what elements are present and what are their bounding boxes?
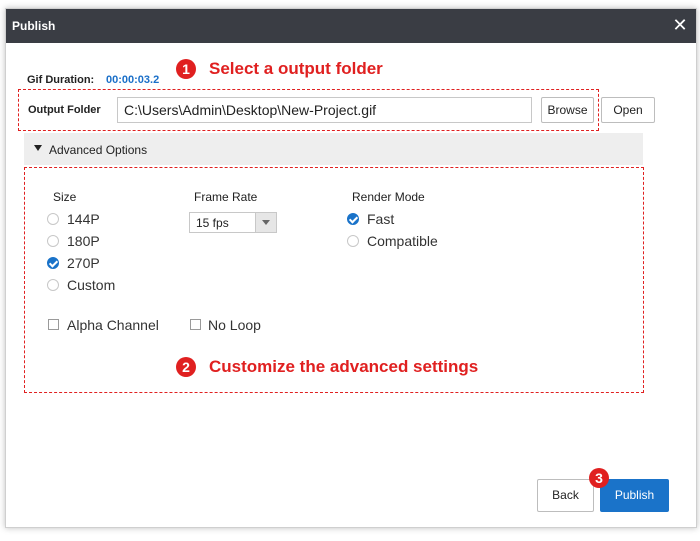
- output-path-input[interactable]: [117, 97, 532, 123]
- output-folder-label: Output Folder: [28, 104, 101, 116]
- render-mode-label: Render Mode: [352, 190, 425, 204]
- step-3-badge: 3: [589, 468, 609, 488]
- size-option-180p: 180P: [67, 233, 100, 249]
- title-bar: Publish ✕: [6, 9, 696, 43]
- step-2-badge: 2: [176, 357, 196, 377]
- size-radio-180p[interactable]: [47, 235, 59, 247]
- step-1-badge: 1: [176, 59, 196, 79]
- render-radio-compatible[interactable]: [347, 235, 359, 247]
- render-option-fast: Fast: [367, 211, 395, 227]
- gif-duration-label: Gif Duration:: [27, 74, 95, 86]
- window-title: Publish: [12, 19, 56, 33]
- size-option-144p: 144P: [67, 211, 100, 227]
- advanced-options-toggle[interactable]: Advanced Options: [24, 133, 643, 165]
- render-option-compatible: Compatible: [367, 233, 438, 249]
- close-icon[interactable]: ✕: [668, 13, 692, 37]
- frame-rate-select[interactable]: 15 fps: [189, 212, 277, 233]
- no-loop-label: No Loop: [208, 317, 261, 333]
- size-radio-custom[interactable]: [47, 279, 59, 291]
- frame-rate-label: Frame Rate: [194, 190, 258, 204]
- size-label: Size: [53, 190, 77, 204]
- collapse-triangle-icon: [34, 145, 42, 151]
- advanced-options-label: Advanced Options: [49, 143, 148, 157]
- size-radio-144p[interactable]: [47, 213, 59, 225]
- chevron-down-icon: [255, 213, 276, 232]
- step-2-annotation: Customize the advanced settings: [209, 357, 479, 376]
- gif-duration-value: 00:00:03.2: [106, 74, 160, 86]
- alpha-channel-label: Alpha Channel: [67, 317, 159, 333]
- back-button[interactable]: Back: [537, 479, 594, 512]
- render-radio-fast[interactable]: [347, 213, 359, 225]
- alpha-channel-checkbox[interactable]: [48, 319, 59, 330]
- frame-rate-value: 15 fps: [196, 216, 229, 230]
- browse-button[interactable]: Browse: [541, 97, 594, 123]
- step-1-annotation: Select a output folder: [209, 59, 383, 78]
- open-button[interactable]: Open: [601, 97, 655, 123]
- size-option-270p: 270P: [67, 255, 100, 271]
- no-loop-checkbox[interactable]: [190, 319, 201, 330]
- publish-button[interactable]: Publish: [600, 479, 669, 512]
- size-radio-270p[interactable]: [47, 257, 59, 269]
- size-option-custom: Custom: [67, 277, 116, 293]
